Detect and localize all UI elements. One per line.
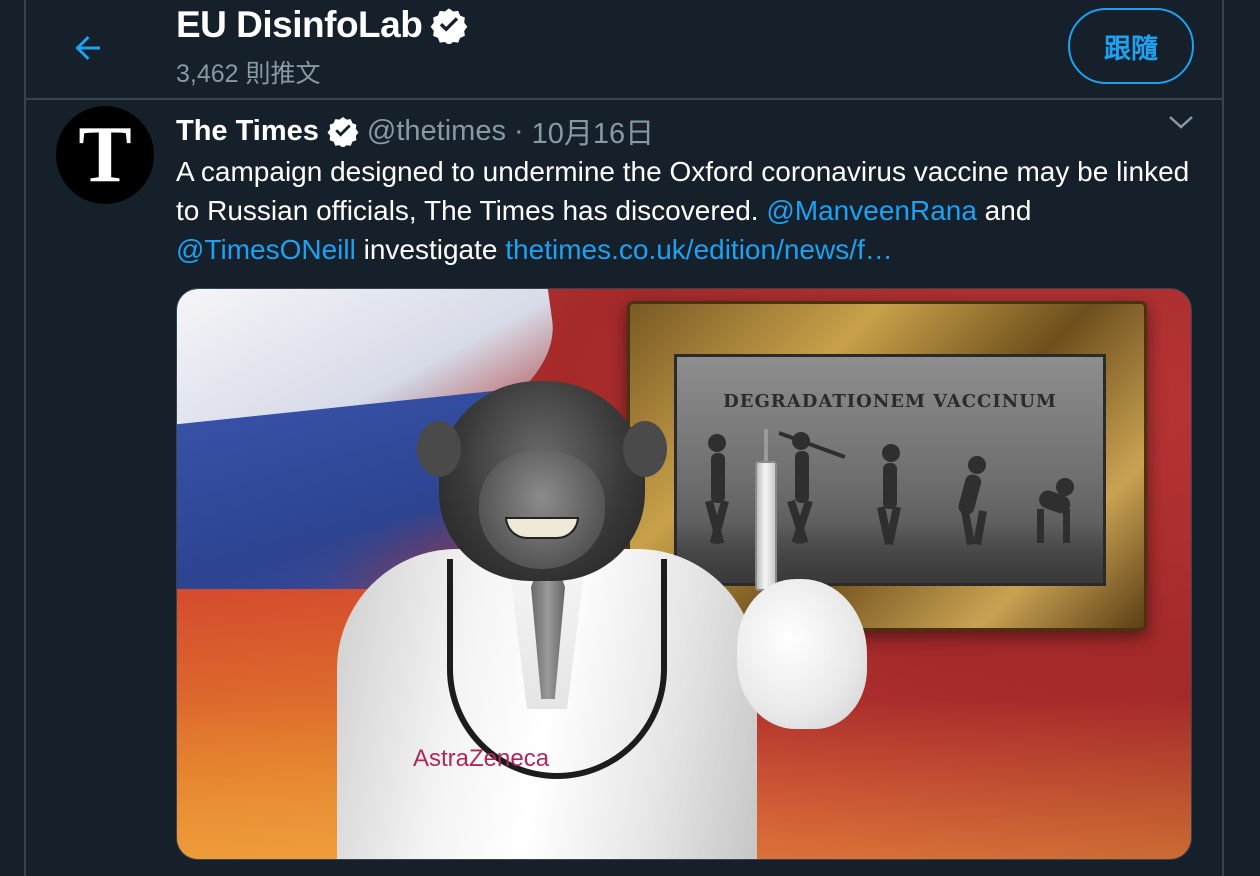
follow-button[interactable]: 跟隨 <box>1068 8 1194 84</box>
mention-timesoneill[interactable]: @TimesONeill <box>176 234 356 265</box>
profile-name: EU DisinfoLab <box>176 4 423 45</box>
back-button[interactable] <box>60 20 116 76</box>
avatar[interactable]: T <box>56 106 154 204</box>
article-link[interactable]: thetimes.co.uk/edition/news/f… <box>505 234 893 265</box>
separator-dot: · <box>513 114 524 147</box>
syringe <box>755 461 777 591</box>
tweet-text-part3: investigate <box>355 234 506 265</box>
profile-title: EU DisinfoLab <box>176 4 468 46</box>
chimp-teeth <box>505 517 579 539</box>
verified-badge-icon <box>327 117 359 147</box>
tweet-menu-button[interactable] <box>1166 110 1196 134</box>
author-name[interactable]: The Times <box>176 115 319 148</box>
timeline-column: EU DisinfoLab 3,462 則推文 跟隨 T The Times @… <box>24 0 1224 876</box>
painting-title: DEGRADATIONEM VACCINUM <box>723 391 1057 412</box>
painting: DEGRADATIONEM VACCINUM <box>674 354 1106 586</box>
profile-header: EU DisinfoLab 3,462 則推文 跟隨 <box>26 0 1222 100</box>
tweet-count: 3,462 則推文 <box>176 60 321 88</box>
tweet-text: A campaign designed to undermine the Oxf… <box>176 152 1196 269</box>
tweet-text-part1: A campaign designed to undermine the Oxf… <box>176 156 1190 226</box>
tweet-date[interactable]: 10月16日 <box>532 110 655 152</box>
gloved-hand <box>737 579 867 729</box>
arrow-left-icon <box>75 36 100 60</box>
evolution-figures <box>705 431 1074 546</box>
chimp-ear-right <box>623 421 667 477</box>
tweet-text-part2: and <box>976 195 1032 226</box>
lab-coat <box>337 549 757 859</box>
verified-badge-icon <box>430 8 468 44</box>
coat-logo: AstraZeneca <box>413 745 550 772</box>
chimp-face <box>479 451 605 569</box>
tweet-header: The Times @thetimes · 10月16日 <box>176 110 654 152</box>
chimp-head <box>417 381 667 581</box>
chevron-down-icon <box>1169 116 1193 129</box>
author-handle[interactable]: @thetimes <box>367 115 506 148</box>
syringe-needle <box>764 429 768 465</box>
tweet-image[interactable]: DEGRADATIONEM VACCINUM AstraZeneca <box>176 288 1192 860</box>
mention-manveenrana[interactable]: @ManveenRana <box>766 195 977 226</box>
chimp-ear-left <box>417 421 461 477</box>
tweet-card[interactable]: T The Times @thetimes · 10月16日 A campaig… <box>26 100 1222 876</box>
